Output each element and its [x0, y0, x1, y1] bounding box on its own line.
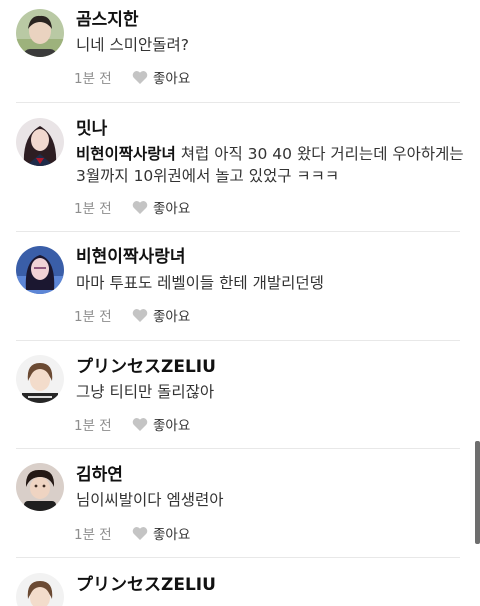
heart-icon [132, 70, 148, 84]
like-label: 좋아요 [153, 71, 191, 87]
like-label: 좋아요 [153, 418, 191, 434]
like-button[interactable]: 좋아요 [132, 414, 190, 434]
comment-author[interactable]: 비현이짝사랑녀 [76, 247, 185, 267]
comment-author[interactable]: 김하연 [76, 465, 123, 485]
avatar[interactable] [16, 9, 64, 57]
comment-body: 님이씨발이다 엠생련아 [76, 491, 224, 509]
comment-time: 1분 전 [74, 418, 112, 434]
like-button[interactable]: 좋아요 [132, 305, 190, 325]
comment-meta: 1분 전 좋아요 [74, 414, 190, 434]
avatar-image [16, 463, 64, 511]
comment-author[interactable]: 곰스지한 [76, 10, 139, 30]
avatar[interactable] [16, 246, 64, 294]
heart-icon [132, 526, 148, 540]
comment-meta: 1분 전 좋아요 [74, 523, 190, 543]
avatar[interactable] [16, 118, 64, 166]
avatar-image [16, 9, 64, 57]
comment-item: プリンセスZELIU 그냥 티티만 돌리잖아 1분 전 좋아요 [0, 341, 480, 449]
comment-author[interactable]: 밋나 [76, 119, 107, 139]
comment-body: 마마 투표도 레벨이들 한테 개발리던뎅 [76, 274, 324, 292]
like-button[interactable]: 좋아요 [132, 67, 190, 87]
scrollbar-thumb[interactable] [475, 441, 480, 544]
avatar-image [16, 246, 64, 294]
comment-text: 마마 투표도 레벨이들 한테 개발리던뎅 [76, 272, 466, 294]
comment-author[interactable]: プリンセスZELIU [76, 575, 216, 595]
comment-item: プリンセスZELIU [0, 558, 480, 606]
comment-text: 니네 스미안돌려? [76, 34, 466, 56]
comment-item: 김하연 님이씨발이다 엠생련아 1분 전 좋아요 [0, 449, 480, 558]
comment-item: 곰스지한 니네 스미안돌려? 1분 전 좋아요 [0, 0, 480, 108]
comment-text: 님이씨발이다 엠생련아 [76, 489, 466, 511]
like-button[interactable]: 좋아요 [132, 197, 190, 217]
comment-text: 그냥 티티만 돌리잖아 [76, 381, 466, 403]
comment-time: 1분 전 [74, 201, 112, 217]
avatar[interactable] [16, 463, 64, 511]
like-button[interactable]: 좋아요 [132, 523, 190, 543]
comment-time: 1분 전 [74, 71, 112, 87]
like-label: 좋아요 [153, 527, 191, 543]
comment-meta: 1분 전 좋아요 [74, 305, 190, 325]
avatar-image [16, 573, 64, 606]
like-label: 좋아요 [153, 309, 191, 325]
comment-list[interactable]: 곰스지한 니네 스미안돌려? 1분 전 좋아요 밋나 비현이짝사랑녀 쳐럽 아직… [0, 0, 480, 606]
avatar[interactable] [16, 573, 64, 606]
like-label: 좋아요 [153, 201, 191, 217]
comment-item: 비현이짝사랑녀 마마 투표도 레벨이들 한테 개발리던뎅 1분 전 좋아요 [0, 232, 480, 341]
comment-time: 1분 전 [74, 309, 112, 325]
comment-author[interactable]: プリンセスZELIU [76, 357, 216, 377]
comment-meta: 1분 전 좋아요 [74, 197, 190, 217]
comment-meta: 1분 전 좋아요 [74, 67, 190, 87]
avatar[interactable] [16, 355, 64, 403]
avatar-image [16, 118, 64, 166]
comment-text: 비현이짝사랑녀 쳐럽 아직 30 40 왔다 거리는데 우아하게는 3월까지 1… [76, 143, 466, 187]
mention[interactable]: 비현이짝사랑녀 [76, 145, 176, 163]
avatar-image [16, 355, 64, 403]
comment-item: 밋나 비현이짝사랑녀 쳐럽 아직 30 40 왔다 거리는데 우아하게는 3월까… [0, 103, 480, 232]
comment-body: 그냥 티티만 돌리잖아 [76, 383, 215, 401]
comment-body: 니네 스미안돌려? [76, 36, 189, 54]
heart-icon [132, 417, 148, 431]
heart-icon [132, 200, 148, 214]
comment-time: 1분 전 [74, 527, 112, 543]
heart-icon [132, 308, 148, 322]
